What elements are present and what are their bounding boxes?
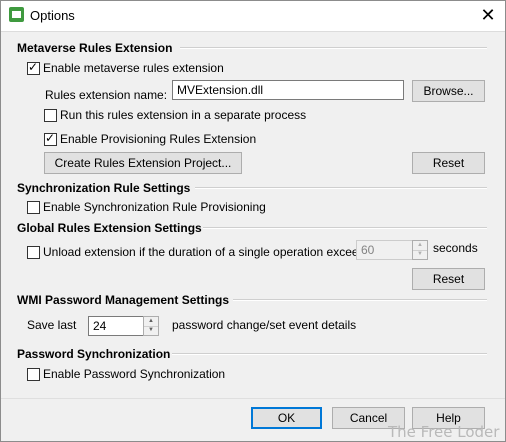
save-last-spinner[interactable]: ▲ ▼: [143, 316, 159, 336]
wmi-section-header: WMI Password Management Settings: [17, 293, 230, 307]
sync-rule-section-header: Synchronization Rule Settings: [17, 181, 191, 195]
title-bar: [0, 0, 506, 32]
watermark: The Free Loder: [388, 423, 500, 441]
separate-process-checkbox[interactable]: [44, 109, 57, 122]
metaverse-reset-button[interactable]: Reset: [412, 152, 485, 174]
rules-extension-name-label: Rules extension name:: [45, 88, 168, 102]
enable-sync-rule-provisioning-checkbox[interactable]: [27, 201, 40, 214]
unload-extension-checkbox[interactable]: [27, 246, 40, 259]
unload-extension-label[interactable]: Unload extension if the duration of a si…: [43, 245, 375, 259]
sync-rule-divider: [195, 187, 487, 189]
password-sync-section-header: Password Synchronization: [17, 347, 171, 361]
browse-button[interactable]: Browse...: [412, 80, 485, 102]
options-app-icon: [9, 7, 24, 22]
save-last-input[interactable]: 24: [88, 316, 144, 336]
seconds-label: seconds: [433, 241, 478, 255]
enable-provisioning-label[interactable]: Enable Provisioning Rules Extension: [60, 132, 256, 146]
close-icon[interactable]: ✕: [476, 3, 500, 27]
save-last-label: Save last: [27, 318, 77, 332]
global-rules-section-header: Global Rules Extension Settings: [17, 221, 202, 235]
enable-provisioning-checkbox[interactable]: [44, 132, 57, 146]
metaverse-divider: [180, 47, 487, 49]
metaverse-section-header: Metaverse Rules Extension: [17, 41, 173, 55]
create-rules-extension-project-button[interactable]: Create Rules Extension Project...: [44, 152, 242, 174]
separate-process-label[interactable]: Run this rules extension in a separate p…: [60, 108, 306, 122]
enable-sync-rule-provisioning-label[interactable]: Enable Synchronization Rule Provisioning: [43, 200, 266, 214]
ok-button[interactable]: OK: [251, 407, 322, 429]
enable-password-sync-label[interactable]: Enable Password Synchronization: [43, 367, 225, 381]
enable-password-sync-checkbox[interactable]: [27, 368, 40, 381]
global-rules-divider: [203, 227, 487, 229]
spin-down-icon[interactable]: ▼: [144, 326, 158, 335]
password-sync-divider: [172, 353, 487, 355]
timeout-spinner[interactable]: ▲ ▼: [412, 240, 428, 260]
window-title: Options: [30, 8, 75, 23]
rules-extension-name-input[interactable]: MVExtension.dll: [172, 80, 404, 100]
global-rules-reset-button[interactable]: Reset: [412, 268, 485, 290]
wmi-divider: [233, 299, 487, 301]
event-details-label: password change/set event details: [172, 318, 357, 332]
spin-down-icon[interactable]: ▼: [413, 250, 427, 259]
timeout-seconds-input[interactable]: 60: [356, 240, 414, 260]
enable-metaverse-checkbox[interactable]: [27, 61, 40, 75]
enable-metaverse-label[interactable]: Enable metaverse rules extension: [43, 61, 224, 75]
